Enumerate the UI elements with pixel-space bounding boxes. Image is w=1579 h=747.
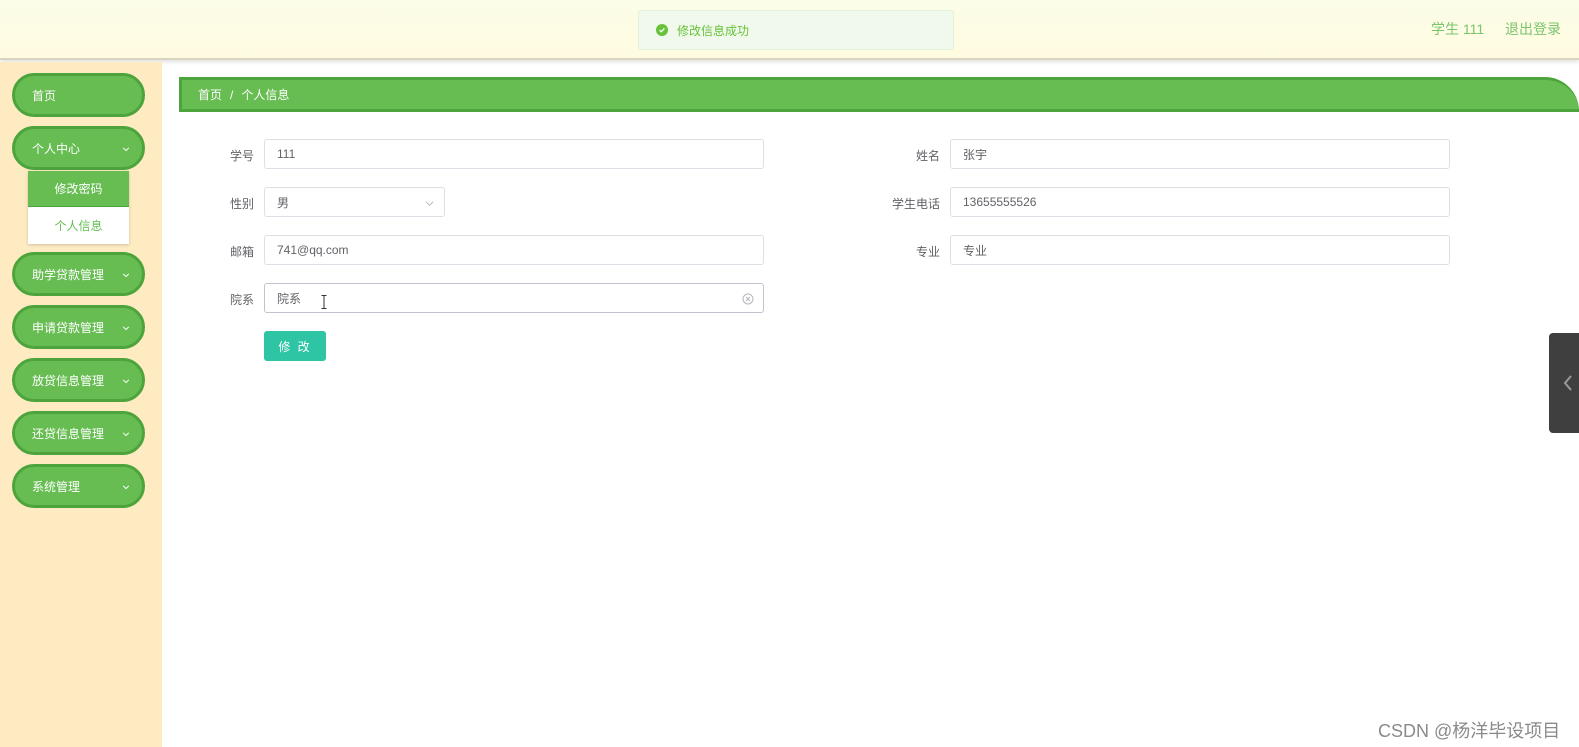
submenu-item-change-password[interactable]: 修改密码 <box>28 171 129 207</box>
department-label: 院系 <box>229 293 254 307</box>
sidebar-item-personal-center[interactable]: 个人中心 <box>12 126 145 170</box>
chevron-down-icon <box>122 432 130 437</box>
breadcrumb-current: 个人信息 <box>241 88 290 102</box>
sidebar-item-label: 个人中心 <box>32 141 81 156</box>
major-value: 专业 <box>963 243 988 258</box>
sidebar-item-home[interactable]: 首页 <box>12 73 145 117</box>
breadcrumb: 首页 / 个人信息 <box>179 77 1579 112</box>
chevron-down-icon <box>122 326 130 331</box>
chevron-down-icon <box>122 485 130 490</box>
gender-label: 性别 <box>229 197 254 211</box>
text-cursor-icon <box>321 295 327 309</box>
chevron-down-icon <box>425 201 434 207</box>
sidebar-item-label: 申请贷款管理 <box>32 320 105 335</box>
submenu-item-label: 修改密码 <box>54 182 103 196</box>
logout-link[interactable]: 退出登录 <box>1505 19 1561 39</box>
phone-label: 学生电话 <box>891 197 940 211</box>
personal-center-submenu: 修改密码 个人信息 <box>28 171 129 244</box>
name-value: 张宇 <box>963 147 988 162</box>
submenu-item-label: 个人信息 <box>54 218 103 233</box>
student-id-label: 学号 <box>229 149 254 163</box>
current-user-label: 学生 111 <box>1431 21 1485 37</box>
chevron-down-icon <box>122 273 130 278</box>
gender-selected-value: 男 <box>277 195 290 210</box>
sidebar-item-label: 放贷信息管理 <box>32 373 105 388</box>
gender-select[interactable]: 男 <box>264 187 445 217</box>
clear-circle-icon[interactable] <box>742 293 754 305</box>
sidebar-item-system[interactable]: 系统管理 <box>12 464 145 508</box>
sidebar-item-label: 首页 <box>32 88 57 103</box>
success-toast: 修改信息成功 <box>638 10 954 50</box>
submenu-item-personal-info[interactable]: 个人信息 <box>28 207 129 243</box>
toast-message: 修改信息成功 <box>677 23 750 38</box>
phone-input[interactable]: 13655555526 <box>950 187 1450 217</box>
sidebar-item-label: 系统管理 <box>32 479 81 494</box>
top-bar: 修改信息成功 学生 111 退出登录 <box>0 0 1579 60</box>
chevron-left-icon <box>1563 375 1572 391</box>
sidebar-item-label: 还贷信息管理 <box>32 426 105 441</box>
student-id-input[interactable]: 111 <box>264 139 764 169</box>
name-label: 姓名 <box>915 149 940 163</box>
email-input[interactable]: 741@qq.com <box>264 235 764 265</box>
sidebar-item-label: 助学贷款管理 <box>32 267 105 282</box>
student-id-value: 111 <box>277 147 296 161</box>
breadcrumb-separator: / <box>230 87 234 102</box>
email-value: 741@qq.com <box>277 243 349 257</box>
major-label: 专业 <box>915 245 940 259</box>
side-panel-toggle[interactable] <box>1549 333 1579 433</box>
watermark-text: CSDN @杨洋毕设项目 <box>1378 721 1561 741</box>
department-value: 院系 <box>277 291 302 306</box>
submit-button[interactable]: 修 改 <box>264 331 326 361</box>
chevron-down-icon <box>122 147 130 152</box>
sidebar-item-loan-application[interactable]: 申请贷款管理 <box>12 305 145 349</box>
check-circle-icon <box>656 24 668 36</box>
breadcrumb-home[interactable]: 首页 <box>198 86 222 103</box>
phone-value: 13655555526 <box>963 195 1037 209</box>
sidebar-item-student-loan[interactable]: 助学贷款管理 <box>12 252 145 296</box>
sidebar-item-disbursement[interactable]: 放贷信息管理 <box>12 358 145 402</box>
department-input[interactable]: 院系 <box>264 283 764 313</box>
major-input[interactable]: 专业 <box>950 235 1450 265</box>
name-input[interactable]: 张宇 <box>950 139 1450 169</box>
sidebar-item-repayment[interactable]: 还贷信息管理 <box>12 411 145 455</box>
chevron-down-icon <box>122 379 130 384</box>
email-label: 邮箱 <box>229 245 254 259</box>
